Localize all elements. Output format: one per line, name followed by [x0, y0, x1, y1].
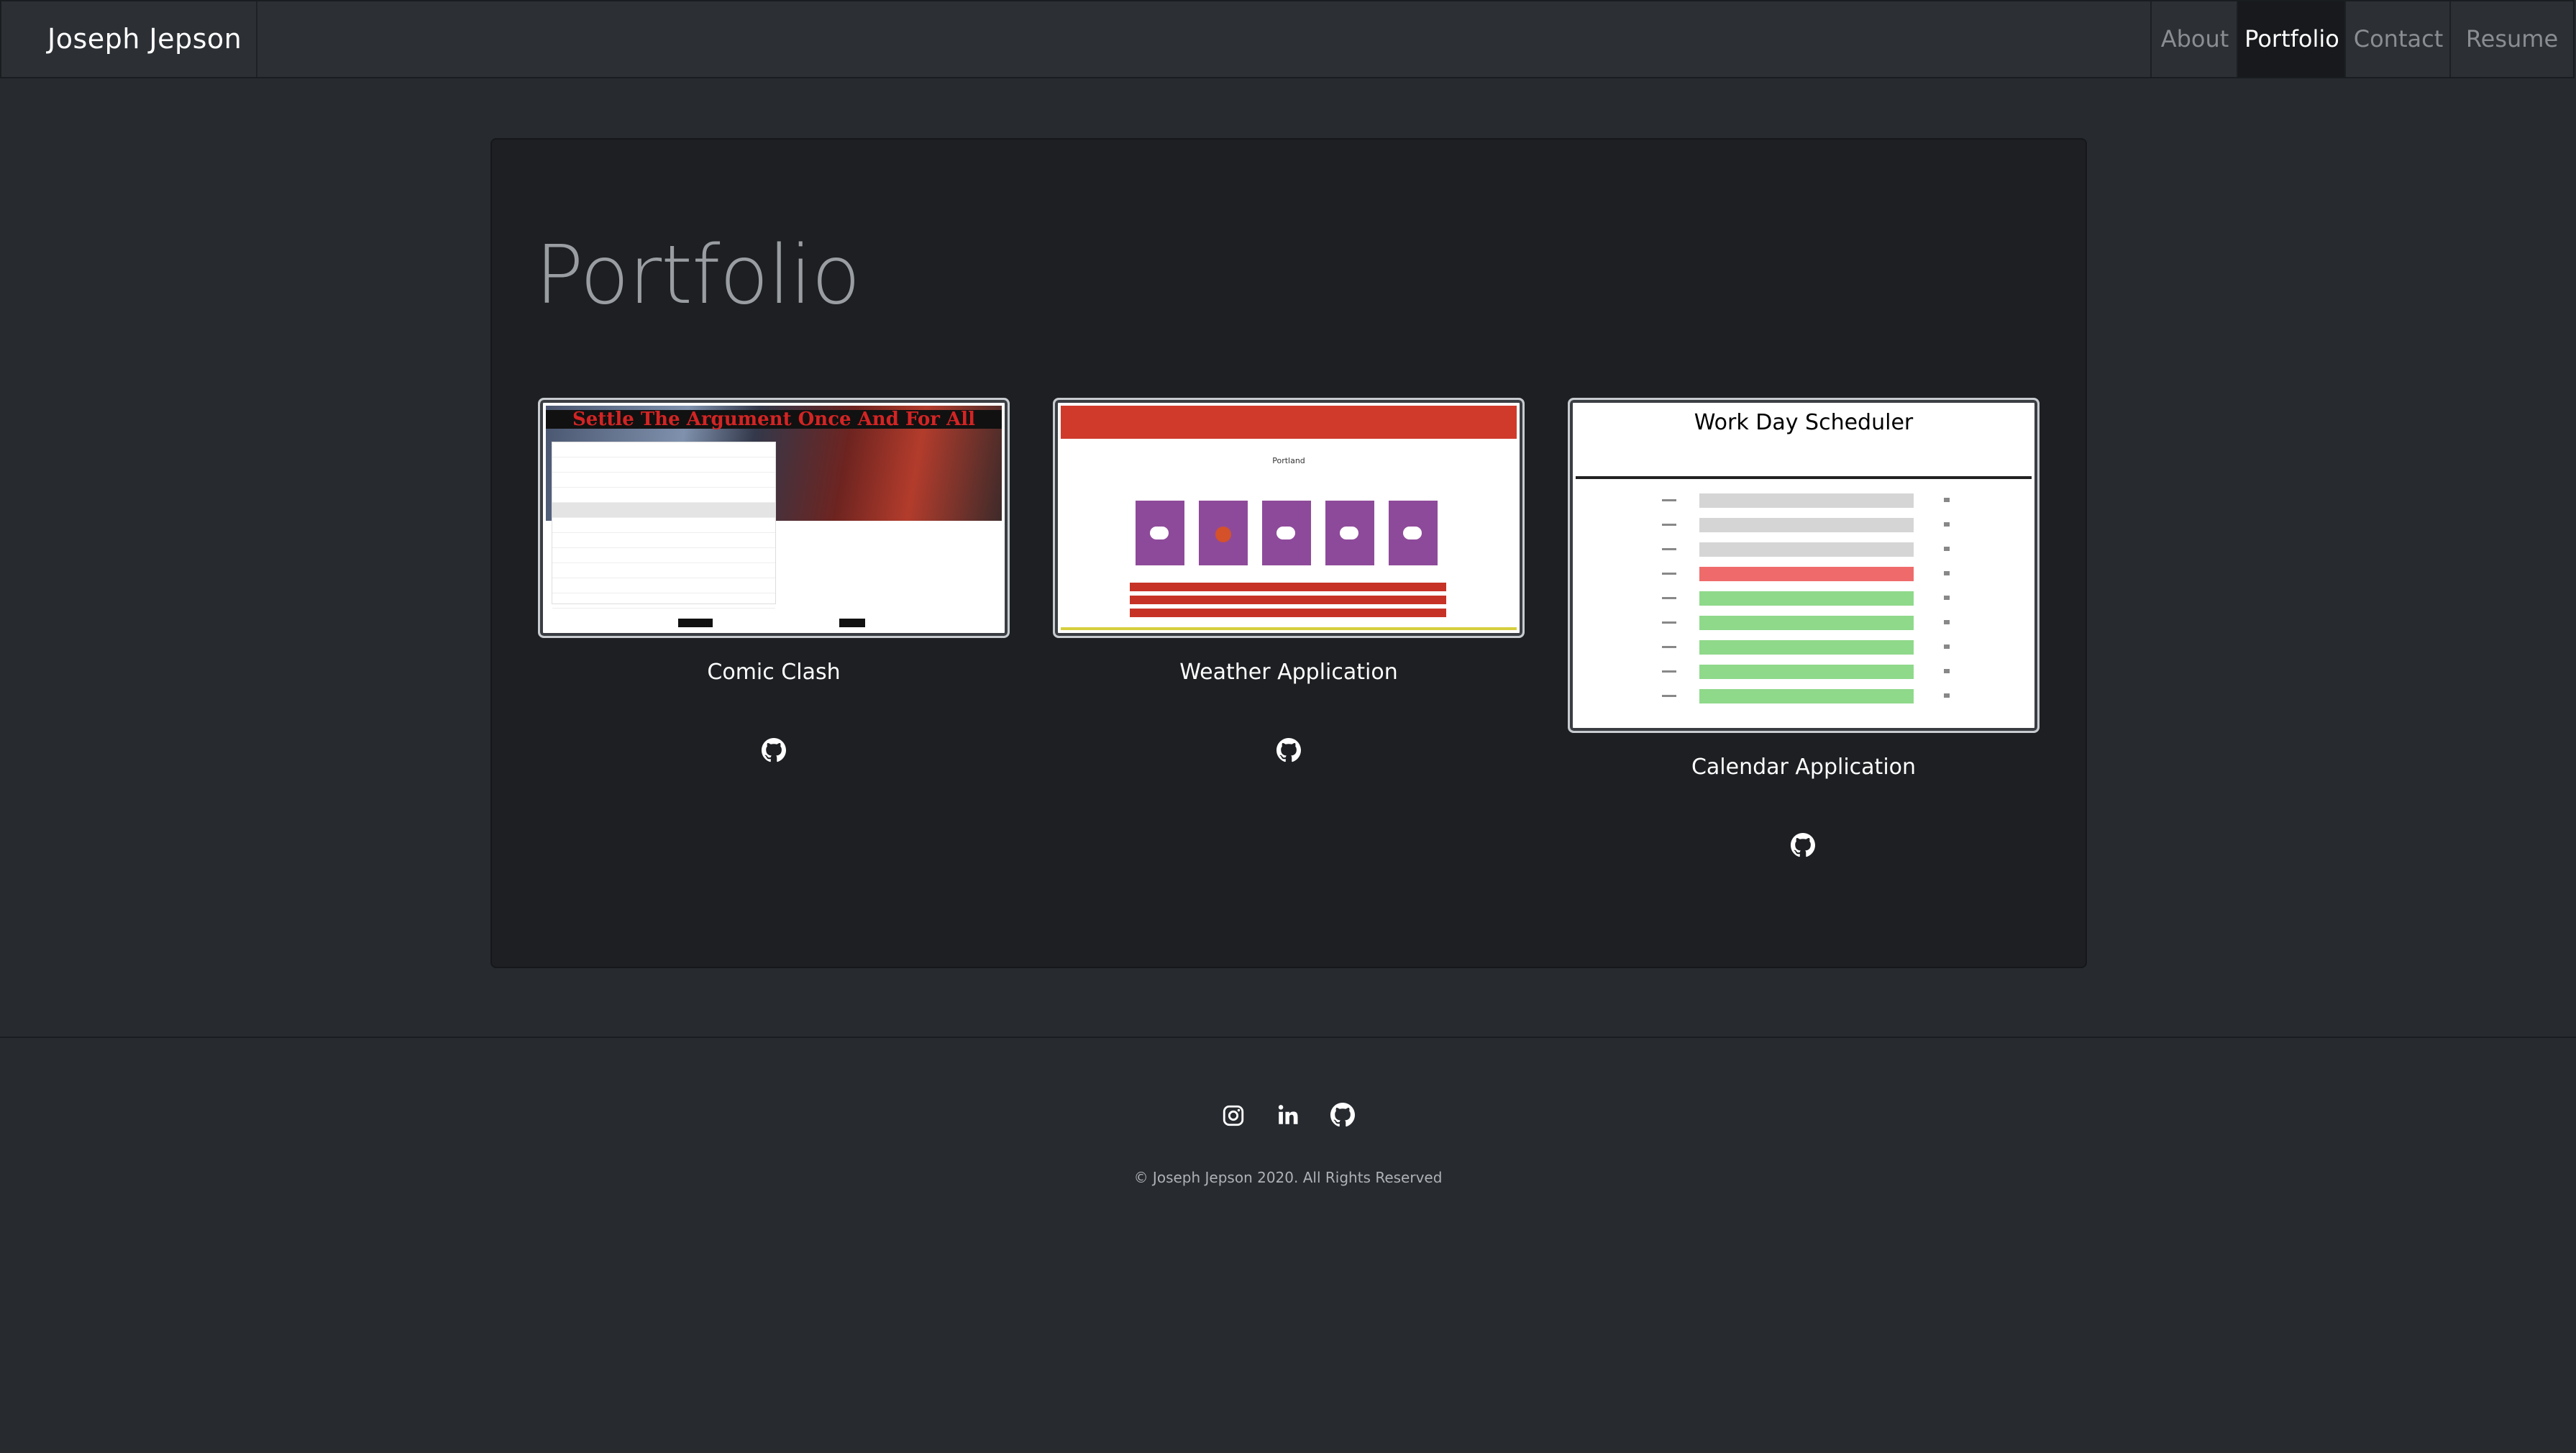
project-thumbnail-calendar-application[interactable]: Work Day Scheduler — [1568, 398, 2040, 733]
forecast-card — [1325, 501, 1374, 565]
thumbnail-border — [1061, 627, 1517, 630]
project-title-comic-clash: Comic Clash — [707, 660, 841, 685]
forecast-card — [1199, 501, 1248, 565]
history-bar — [1130, 596, 1446, 604]
time-block — [1699, 640, 1914, 655]
github-icon[interactable] — [1791, 833, 1815, 857]
project-thumbnail-weather-application[interactable]: Portland — [1053, 398, 1525, 638]
time-block — [1699, 518, 1914, 532]
project-title-calendar-application: Calendar Application — [1691, 755, 1917, 780]
time-block — [1699, 591, 1914, 606]
footer — [0, 1037, 2576, 1453]
nav-contact[interactable]: Contact — [2344, 1, 2451, 77]
linkedin-icon[interactable] — [1276, 1103, 1300, 1127]
project-thumbnail-comic-clash[interactable]: Settle The Argument Once And For All — [538, 398, 1010, 638]
thumbnail-button — [678, 619, 713, 627]
time-block — [1699, 665, 1914, 679]
github-icon[interactable] — [1276, 738, 1301, 762]
time-block — [1699, 689, 1914, 703]
nav-about[interactable]: About — [2150, 1, 2238, 77]
history-bar — [1130, 609, 1446, 617]
brand-container: Joseph Jepson — [1, 1, 257, 77]
forecast-card — [1389, 501, 1438, 565]
navbar: Joseph Jepson About Portfolio Contact Re… — [0, 0, 2575, 78]
time-block — [1699, 616, 1914, 630]
nav-portfolio[interactable]: Portfolio — [2237, 1, 2346, 77]
instagram-icon[interactable] — [1221, 1103, 1246, 1128]
thumbnail-heading: Settle The Argument Once And For All — [572, 409, 975, 430]
thumbnail-header — [1061, 406, 1517, 439]
thumbnail-button — [839, 619, 865, 627]
copyright-text: © Joseph Jepson 2020. All Rights Reserve… — [1133, 1169, 1443, 1186]
nav-resume[interactable]: Resume — [2449, 1, 2573, 77]
time-block — [1699, 567, 1914, 581]
forecast-card — [1262, 501, 1311, 565]
history-bar — [1130, 583, 1446, 591]
page-title: Portfolio — [535, 229, 861, 322]
time-block — [1699, 493, 1914, 508]
project-title-weather-application: Weather Application — [1179, 660, 1398, 685]
brand-link[interactable]: Joseph Jepson — [47, 23, 242, 55]
thumbnail-heading: Work Day Scheduler — [1694, 410, 1914, 435]
github-icon[interactable] — [762, 738, 786, 762]
thumbnail-city: Portland — [1272, 456, 1305, 465]
forecast-card — [1136, 501, 1184, 565]
thumbnail-character-list — [552, 442, 776, 609]
thumbnail-divider — [1576, 476, 2032, 479]
github-icon[interactable] — [1330, 1103, 1355, 1127]
time-block — [1699, 542, 1914, 557]
